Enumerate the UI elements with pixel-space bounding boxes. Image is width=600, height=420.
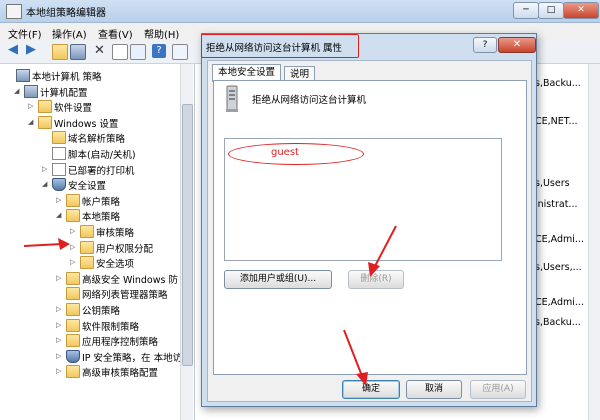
remove-button-pointer-arrow bbox=[368, 225, 397, 277]
ok-button-pointer-arrow bbox=[343, 329, 368, 386]
dialog-annotation-arrows bbox=[343, 225, 397, 386]
